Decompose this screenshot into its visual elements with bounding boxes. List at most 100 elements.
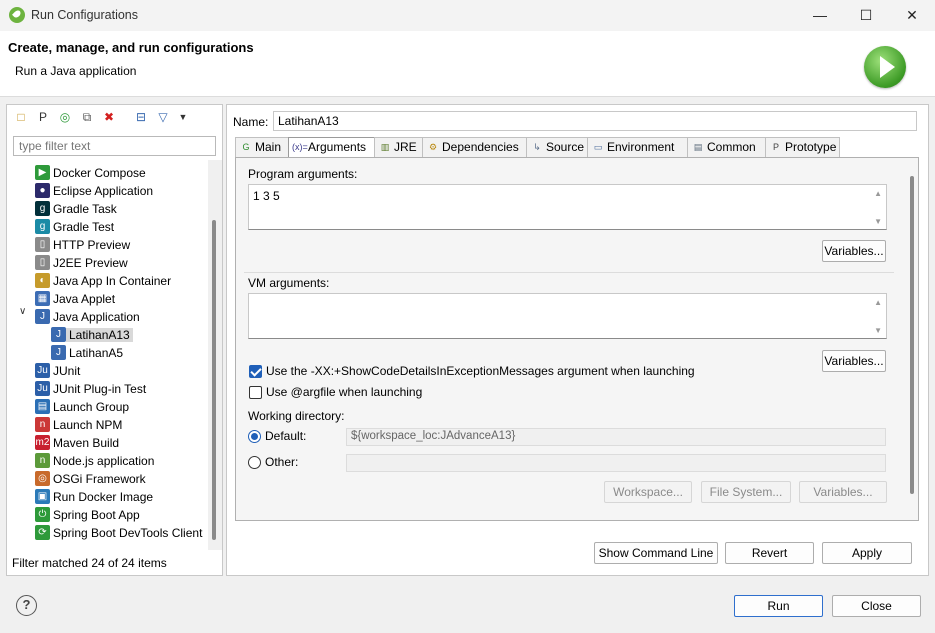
tree-item[interactable]: m2 Maven Build — [7, 434, 207, 452]
tab-jre[interactable]: ▥ JRE — [374, 137, 423, 157]
program-variables-button[interactable]: Variables... — [822, 240, 886, 262]
tree-item[interactable]: J LatihanA13 — [7, 326, 207, 344]
program-args-textarea[interactable]: 1 3 5 ▲ ▼ — [248, 184, 887, 230]
other-radio[interactable] — [248, 456, 261, 469]
program-args-label: Program arguments: — [248, 167, 358, 181]
scroll-down-icon[interactable]: ▼ — [874, 326, 882, 335]
java-application-icon: J — [35, 309, 50, 324]
help-icon[interactable]: ? — [16, 595, 37, 616]
tab-label: JRE — [394, 140, 417, 154]
tree-item-label: JUnit — [53, 364, 81, 378]
tab-arguments[interactable]: (x)= Arguments — [288, 137, 375, 158]
tab-dependencies[interactable]: ⚙ Dependencies — [422, 137, 527, 157]
scroll-up-icon[interactable]: ▲ — [874, 298, 882, 307]
tab-label: Common — [707, 140, 756, 154]
tab-label: Prototype — [785, 140, 837, 154]
showcode-checkbox-label: Use the -XX:+ShowCodeDetailsInExceptionM… — [266, 364, 695, 378]
tree-item[interactable]: g Gradle Test — [7, 218, 207, 236]
run-button[interactable]: Run — [734, 595, 823, 617]
tab-label: Arguments — [308, 140, 367, 154]
tree-item-label: Node.js application — [53, 454, 155, 468]
tree-item-label: JUnit Plug-in Test — [53, 382, 147, 396]
tab-source[interactable]: ↳ Source — [526, 137, 588, 157]
configuration-tree: ∨ ▶ Docker Compose ● Eclipse Application g Gr… — [7, 160, 207, 550]
vm-variables-button[interactable]: Variables... — [822, 350, 886, 372]
tree-item[interactable]: Ju JUnit — [7, 362, 207, 380]
tree-item[interactable]: n Launch NPM — [7, 416, 207, 434]
tree-item[interactable]: ● Eclipse Application — [7, 182, 207, 200]
tree-item-label: Gradle Task — [53, 202, 117, 216]
filter-status: Filter matched 24 of 24 items — [12, 556, 167, 570]
npm-icon: n — [35, 417, 50, 432]
configuration-list-panel: □ P ◎ ⧉ ✖ ⊟ ▽ ▼ ∨ ▶Docker Compose●Eclips… — [6, 104, 223, 576]
filter-icon[interactable]: ▽ — [155, 109, 171, 125]
launch-group-icon: ▤ — [35, 399, 50, 414]
workspace-button[interactable]: Workspace... — [604, 481, 692, 503]
tree-item[interactable]: ▯ HTTP Preview — [7, 236, 207, 254]
maximize-button[interactable]: ☐ — [843, 0, 889, 31]
source-tab-icon: ↳ — [533, 142, 541, 152]
tree-item-label: LatihanA5 — [69, 346, 124, 360]
vm-args-textarea[interactable]: ▲ ▼ — [248, 293, 887, 339]
gradle-icon: g — [35, 201, 50, 216]
tree-item[interactable]: ⏻ Spring Boot App — [7, 506, 207, 524]
tree-item[interactable]: ▣ Run Docker Image — [7, 488, 207, 506]
environment-tab-icon: ▭ — [593, 142, 603, 152]
docker-image-icon: ▣ — [35, 489, 50, 504]
working-directory-group: Working directory: Default: ${workspace_… — [244, 409, 894, 521]
window-title: Run Configurations — [31, 8, 139, 22]
tab-body-scrollbar[interactable] — [907, 176, 917, 494]
showcode-checkbox[interactable] — [249, 365, 262, 378]
tree-scrollbar[interactable] — [208, 160, 222, 550]
main-tab-icon: G — [242, 142, 250, 152]
tab-main[interactable]: G Main — [235, 137, 289, 157]
tree-item[interactable]: ▦ Java Applet — [7, 290, 207, 308]
tree-item[interactable]: ▯ J2EE Preview — [7, 254, 207, 272]
revert-button[interactable]: Revert — [725, 542, 814, 564]
tab-prototype[interactable]: P Prototype — [765, 137, 840, 157]
filter-input[interactable] — [13, 136, 216, 156]
name-field[interactable] — [273, 111, 917, 131]
wd-variables-button[interactable]: Variables... — [799, 481, 887, 503]
prototype-tab-icon: P — [772, 142, 779, 152]
run-banner-icon — [864, 46, 906, 88]
tree-item[interactable]: ▶ Docker Compose — [7, 164, 207, 182]
tree-item[interactable]: Ju JUnit Plug-in Test — [7, 380, 207, 398]
tree-item-label: Java App In Container — [53, 274, 172, 288]
scroll-up-icon[interactable]: ▲ — [874, 189, 882, 198]
new-config-icon[interactable]: □ — [13, 109, 29, 125]
export-config-icon[interactable]: ◎ — [57, 109, 73, 125]
tab-common[interactable]: ▤ Common — [687, 137, 766, 157]
tree-item[interactable]: g Gradle Task — [7, 200, 207, 218]
other-dir-field[interactable] — [346, 454, 886, 472]
header-title: Create, manage, and run configurations — [8, 40, 254, 55]
tree-item[interactable]: ◐ Java App In Container — [7, 272, 207, 290]
tree-item[interactable]: n Node.js application — [7, 452, 207, 470]
duplicate-config-icon[interactable]: ⧉ — [79, 109, 95, 125]
tree-item[interactable]: J Java Application — [7, 308, 207, 326]
view-menu-icon[interactable]: ▼ — [175, 109, 191, 125]
close-window-button[interactable]: ✕ — [889, 0, 935, 31]
docker-compose-icon: ▶ — [35, 165, 50, 180]
tree-item[interactable]: ⟳ Spring Boot DevTools Client — [7, 524, 207, 542]
close-button[interactable]: Close — [832, 595, 921, 617]
configuration-editor-panel: Name: G Main (x)=Arguments ▥ JRE ⚙ Dependencie… — [226, 104, 929, 576]
tree-item[interactable]: ▤ Launch Group — [7, 398, 207, 416]
minimize-button[interactable]: — — [797, 0, 843, 31]
delete-config-icon[interactable]: ✖ — [101, 109, 117, 125]
new-prototype-icon[interactable]: P — [35, 109, 51, 125]
scroll-down-icon[interactable]: ▼ — [874, 217, 882, 226]
collapse-all-icon[interactable]: ⊟ — [133, 109, 149, 125]
left-toolbar: □ P ◎ ⧉ ✖ ⊟ ▽ ▼ — [7, 105, 222, 129]
default-radio[interactable] — [248, 430, 261, 443]
apply-button[interactable]: Apply — [822, 542, 912, 564]
tree-item[interactable]: J LatihanA5 — [7, 344, 207, 362]
java-application-icon: J — [51, 345, 66, 360]
tab-label: Main — [255, 140, 282, 154]
tab-environment[interactable]: ▭ Environment — [587, 137, 688, 157]
jre-tab-icon: ▥ — [380, 142, 390, 152]
tree-item[interactable]: ◎ OSGi Framework — [7, 470, 207, 488]
argfile-checkbox[interactable] — [249, 386, 262, 399]
filesystem-button[interactable]: File System... — [701, 481, 791, 503]
show-command-line-button[interactable]: Show Command Line — [594, 542, 718, 564]
